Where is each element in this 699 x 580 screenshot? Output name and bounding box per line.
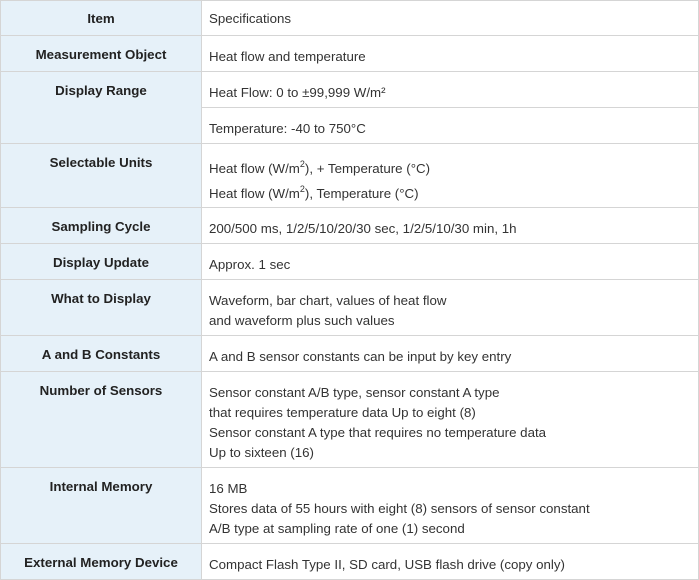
row-value: Heat flow and temperature <box>201 35 699 72</box>
value-text: ), Temperature (°C) <box>304 186 419 201</box>
value-line: 200/500 ms, 1/2/5/10/20/30 sec, 1/2/5/10… <box>209 221 517 236</box>
row-value: Waveform, bar chart, values of heat flow… <box>201 279 699 336</box>
value-line: Temperature: -40 to 750°C <box>209 121 366 136</box>
table-row: Internal Memory 16 MB Stores data of 55 … <box>0 467 699 544</box>
superscript: 2 <box>299 158 305 169</box>
row-key: Measurement Object <box>0 35 202 72</box>
superscript: 2 <box>299 183 305 194</box>
row-value: Compact Flash Type II, SD card, USB flas… <box>201 543 699 580</box>
value-line: Stores data of 55 hours with eight (8) s… <box>209 501 590 516</box>
table-row: What to Display Waveform, bar chart, val… <box>0 279 699 336</box>
row-value: 200/500 ms, 1/2/5/10/20/30 sec, 1/2/5/10… <box>201 207 699 244</box>
table-row: External Memory Device Compact Flash Typ… <box>0 543 699 580</box>
table-row: Selectable Units Heat flow (W/m2), + Tem… <box>0 143 699 208</box>
table-row: Display Range Heat Flow: 0 to ±99,999 W/… <box>0 71 699 144</box>
table-row: Measurement Object Heat flow and tempera… <box>0 35 699 72</box>
value-line: and waveform plus such values <box>209 313 395 328</box>
row-key: Internal Memory <box>0 467 202 544</box>
row-value: 16 MB Stores data of 55 hours with eight… <box>201 467 699 544</box>
value-line: Heat flow and temperature <box>209 49 366 64</box>
row-value: Approx. 1 sec <box>201 243 699 280</box>
row-key: Selectable Units <box>0 143 202 208</box>
value-line: Sensor constant A type that requires no … <box>209 425 547 440</box>
value-line: 16 MB <box>209 481 248 496</box>
value-line: that requires temperature data Up to eig… <box>209 405 476 420</box>
value-line: A/B type at sampling rate of one (1) sec… <box>209 521 465 536</box>
value-line: Waveform, bar chart, values of heat flow <box>209 293 447 308</box>
table-header-row: Item Specifications <box>0 0 699 36</box>
value-line: A and B sensor constants can be input by… <box>209 349 512 364</box>
table-row: Number of Sensors Sensor constant A/B ty… <box>0 371 699 468</box>
specifications-table: Item Specifications Measurement Object H… <box>0 0 699 580</box>
row-key: Display Range <box>0 71 202 144</box>
value-line: Approx. 1 sec <box>209 257 291 272</box>
row-key: Number of Sensors <box>0 371 202 468</box>
table-row: A and B Constants A and B sensor constan… <box>0 335 699 372</box>
row-key: What to Display <box>0 279 202 336</box>
value-line: Heat Flow: 0 to ±99,999 W/m² <box>209 85 386 100</box>
header-specifications-cell: Specifications <box>201 0 699 36</box>
value-text: ), + Temperature (°C) <box>304 161 431 176</box>
row-value: A and B sensor constants can be input by… <box>201 335 699 372</box>
row-value: Sensor constant A/B type, sensor constan… <box>201 371 699 468</box>
value-line: Heat flow (W/m2), + Temperature (°C) <box>209 156 691 181</box>
row-key: External Memory Device <box>0 543 202 580</box>
value-line: Up to sixteen (16) <box>209 445 314 460</box>
header-item-cell: Item <box>0 0 202 36</box>
table-row: Display Update Approx. 1 sec <box>0 243 699 280</box>
value-line: Sensor constant A/B type, sensor constan… <box>209 385 500 400</box>
row-key: A and B Constants <box>0 335 202 372</box>
row-key: Sampling Cycle <box>0 207 202 244</box>
value-line: Compact Flash Type II, SD card, USB flas… <box>209 557 565 572</box>
value-text: Heat flow (W/m <box>209 161 300 176</box>
table-row: Sampling Cycle 200/500 ms, 1/2/5/10/20/3… <box>0 207 699 244</box>
row-value: Temperature: -40 to 750°C <box>201 107 699 144</box>
row-value: Heat flow (W/m2), + Temperature (°C) Hea… <box>201 143 699 208</box>
row-value: Heat Flow: 0 to ±99,999 W/m² <box>201 71 699 108</box>
row-key: Display Update <box>0 243 202 280</box>
value-line: Heat flow (W/m2), Temperature (°C) <box>209 181 691 206</box>
value-text: Heat flow (W/m <box>209 186 300 201</box>
